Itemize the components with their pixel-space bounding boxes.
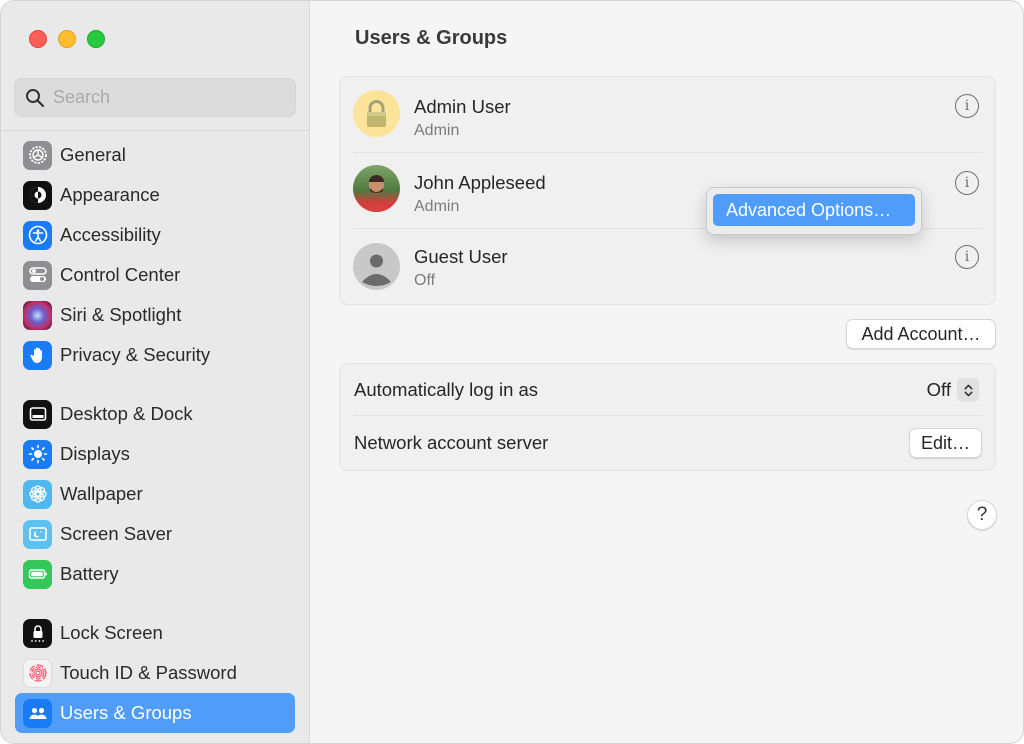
network-server-row: Network account server Edit… <box>340 417 995 469</box>
info-icon: i <box>964 249 970 265</box>
accessibility-icon <box>23 220 52 250</box>
gear-icon <box>23 140 52 170</box>
sidebar-item-label: Displays <box>60 443 130 464</box>
sidebar-item-label: Battery <box>60 563 119 584</box>
sidebar-item-privacy-security[interactable]: Privacy & Security <box>15 335 295 375</box>
traffic-lights <box>29 30 105 48</box>
auto-login-row: Automatically log in as Off <box>340 364 995 416</box>
sidebar-item-battery[interactable]: Battery <box>15 554 295 594</box>
page-title: Users & Groups <box>355 27 508 49</box>
sidebar-item-displays[interactable]: Displays <box>15 434 295 474</box>
control-center-icon <box>23 260 52 290</box>
user-row-guest-user[interactable]: Guest User Off i <box>340 229 995 305</box>
flower-icon <box>23 479 52 509</box>
close-button[interactable] <box>29 30 47 48</box>
auto-login-popup[interactable]: Off <box>927 378 979 402</box>
sidebar-item-siri-spotlight[interactable]: Siri & Spotlight <box>15 295 295 335</box>
sidebar-item-screen-saver[interactable]: Screen Saver <box>15 514 295 554</box>
user-name: John Appleseed <box>414 172 546 193</box>
user-row-admin-user[interactable]: Admin User Admin i <box>340 77 995 153</box>
sidebar-item-label: Accessibility <box>60 224 161 245</box>
appearance-icon <box>23 180 52 210</box>
sidebar-item-label: Control Center <box>60 264 181 285</box>
sidebar-group-system: General Appearance Accessibility Control… <box>15 135 295 375</box>
minimize-button[interactable] <box>58 30 76 48</box>
search-icon <box>26 88 45 107</box>
edit-button[interactable]: Edit… <box>909 428 982 458</box>
sidebar-item-lock-screen[interactable]: Lock Screen <box>15 613 295 653</box>
context-menu: Advanced Options… <box>706 187 922 235</box>
info-button[interactable]: i <box>955 94 979 118</box>
zoom-button[interactable] <box>87 30 105 48</box>
sidebar-item-label: Appearance <box>60 184 160 205</box>
help-button[interactable]: ? <box>967 500 997 530</box>
fingerprint-icon <box>23 658 52 688</box>
sidebar-item-label: Siri & Spotlight <box>60 304 182 325</box>
sidebar-item-users-groups[interactable]: Users & Groups <box>15 693 295 733</box>
sidebar-group-security: Lock Screen Touch ID & Password Users & … <box>15 613 295 733</box>
battery-icon <box>23 559 52 589</box>
siri-icon <box>23 300 52 330</box>
screen-saver-icon <box>23 519 52 549</box>
lock-icon <box>23 618 52 648</box>
user-name: Guest User <box>414 246 508 267</box>
sidebar-item-label: Screen Saver <box>60 523 173 544</box>
menu-item-advanced-options[interactable]: Advanced Options… <box>713 194 915 226</box>
user-role: Off <box>414 272 436 289</box>
info-button[interactable]: i <box>955 245 979 269</box>
sidebar-item-label: Desktop & Dock <box>60 403 193 424</box>
row-divider <box>353 415 982 416</box>
sidebar-item-control-center[interactable]: Control Center <box>15 255 295 295</box>
user-role: Admin <box>414 122 460 139</box>
sidebar-item-label: Lock Screen <box>60 622 163 643</box>
sidebar-item-wallpaper[interactable]: Wallpaper <box>15 474 295 514</box>
sidebar-item-appearance[interactable]: Appearance <box>15 175 295 215</box>
info-icon: i <box>964 98 970 114</box>
sidebar-item-label: Touch ID & Password <box>60 662 237 683</box>
photo-avatar <box>353 165 400 212</box>
sidebar-item-general[interactable]: General <box>15 135 295 175</box>
sidebar-item-accessibility[interactable]: Accessibility <box>15 215 295 255</box>
sidebar-item-label: General <box>60 144 126 165</box>
auto-login-label: Automatically log in as <box>354 379 539 400</box>
lock-avatar <box>353 90 400 137</box>
auto-login-value: Off <box>926 379 951 400</box>
info-icon: i <box>964 175 970 191</box>
users-icon <box>23 698 52 728</box>
sidebar-item-label: Privacy & Security <box>60 344 211 365</box>
sidebar-item-touch-id-password[interactable]: Touch ID & Password <box>15 653 295 693</box>
user-role: Admin <box>414 198 460 215</box>
sidebar-item-desktop-dock[interactable]: Desktop & Dock <box>15 394 295 434</box>
sidebar-item-label: Users & Groups <box>60 702 192 723</box>
network-server-label: Network account server <box>354 432 549 453</box>
sidebar: General Appearance Accessibility Control… <box>1 1 310 743</box>
sun-icon <box>23 439 52 469</box>
info-button[interactable]: i <box>955 171 979 195</box>
sidebar-divider <box>1 130 310 131</box>
settings-window: General Appearance Accessibility Control… <box>0 0 1024 744</box>
chevron-up-down-icon <box>957 378 979 402</box>
user-name: Admin User <box>414 96 511 117</box>
add-account-button[interactable]: Add Account… <box>846 319 996 349</box>
sidebar-group-display: Desktop & Dock Displays Wallpaper Screen… <box>15 394 295 594</box>
search-input[interactable] <box>53 87 283 108</box>
dock-icon <box>23 399 52 429</box>
sidebar-item-label: Wallpaper <box>60 483 143 504</box>
hand-icon <box>23 340 52 370</box>
person-avatar <box>353 243 400 290</box>
login-settings: Automatically log in as Off Network acco… <box>339 363 996 471</box>
search-field[interactable] <box>14 78 296 117</box>
